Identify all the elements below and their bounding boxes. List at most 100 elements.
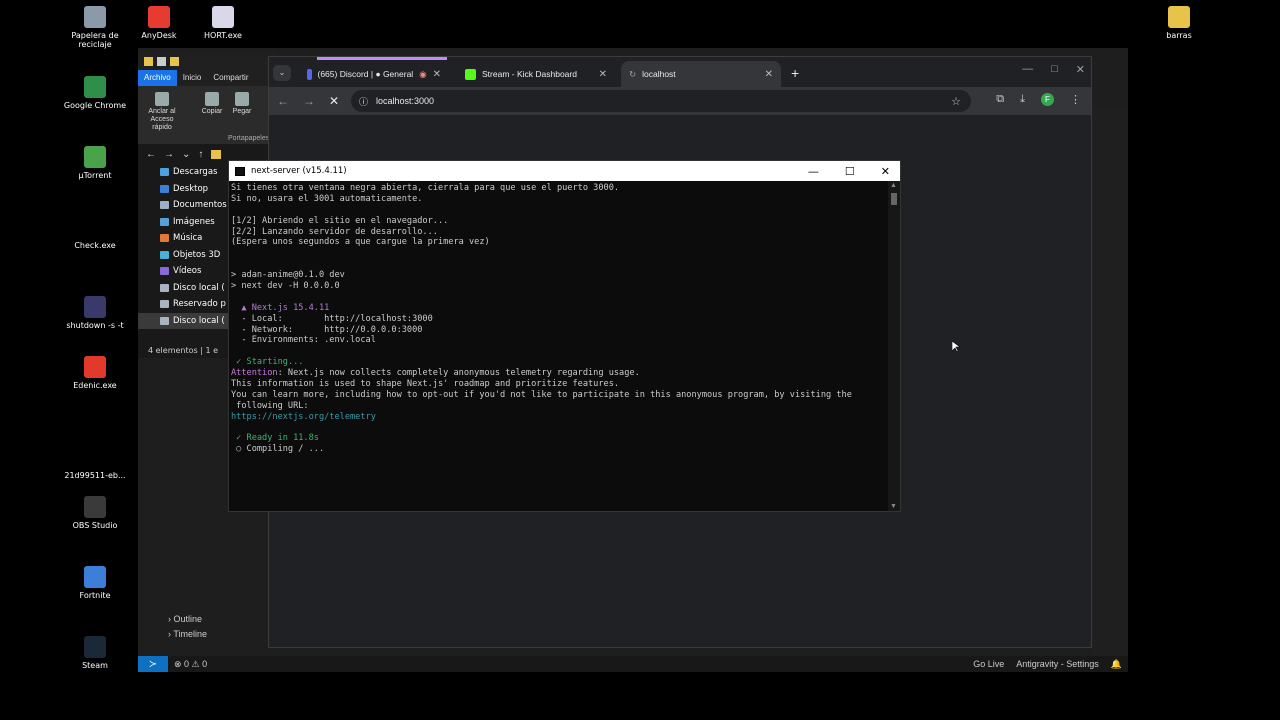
tab-inicio[interactable]: Inicio	[177, 70, 208, 86]
close-tab-icon[interactable]: ✕	[765, 69, 773, 80]
scroll-thumb[interactable]	[891, 193, 897, 205]
desktop-icon[interactable]: Fortnite	[58, 566, 132, 600]
pin-button[interactable]: Anclar al Acceso rápido	[144, 92, 180, 132]
desktop-icon[interactable]: shutdown -s -t	[58, 296, 132, 330]
site-info-icon[interactable]: ⓘ	[359, 95, 368, 108]
tab-strip: ⌄ (665) Discord | ● General ◉ ✕ Stream -…	[269, 57, 1091, 87]
folder-icon	[160, 201, 169, 210]
minimize-icon[interactable]: —	[808, 165, 819, 178]
minimize-icon[interactable]: —	[1022, 63, 1033, 76]
quick-access-toolbar	[138, 52, 278, 70]
nav-tree-label: Desktop	[173, 183, 209, 194]
address-bar[interactable]: ⓘ localhost:3000 ☆	[351, 90, 971, 112]
back-icon[interactable]: ←	[277, 94, 289, 108]
terminal-line: - Network: http://0.0.0.0:3000	[231, 325, 886, 336]
timeline-section[interactable]: › Timeline	[168, 627, 207, 642]
app-icon	[212, 6, 234, 28]
problems-count[interactable]: ⊗ 0 ⚠ 0	[174, 659, 207, 670]
terminal-line-text: ✓ Starting...	[231, 357, 304, 368]
terminal-line-text: [1/2] Abriendo el sitio en el navegador.…	[231, 215, 449, 226]
pin-icon	[155, 92, 169, 106]
nav-tree-label: Reservado p	[173, 299, 226, 310]
tab-compartir[interactable]: Compartir	[207, 70, 254, 86]
nav-tree-label: Imágenes	[173, 216, 215, 227]
outline-label: Outline	[173, 614, 203, 624]
tab-kick[interactable]: Stream - Kick Dashboard ✕	[457, 61, 615, 87]
desktop-icon[interactable]: barras	[1142, 6, 1216, 40]
terminal-line-text[interactable]: https://nextjs.org/telemetry	[231, 412, 376, 422]
back-icon[interactable]: ←	[146, 149, 156, 160]
paste-button[interactable]: Pegar	[230, 92, 254, 116]
scroll-down-icon[interactable]: ▼	[890, 503, 897, 510]
clipboard-group-label: Portapapeles	[228, 135, 270, 142]
extensions-icon[interactable]: ⧉	[996, 93, 1004, 106]
forward-icon[interactable]: →	[164, 149, 174, 160]
terminal-line-text: - Environments: .env.local	[231, 335, 376, 346]
nav-tree-label: Objetos 3D	[173, 249, 221, 260]
remote-icon[interactable]: ≻	[138, 656, 168, 672]
app-icon	[84, 296, 106, 318]
terminal-line: > adan-anime@0.1.0 dev	[231, 270, 886, 281]
up-icon[interactable]: ↑	[198, 149, 203, 160]
close-icon[interactable]: ✕	[1076, 63, 1085, 76]
desktop-icon[interactable]: Papelera de reciclaje	[58, 6, 132, 49]
desktop-icon[interactable]: 21d99511-eb...	[58, 446, 132, 480]
bookmark-star-icon[interactable]: ☆	[951, 95, 961, 108]
terminal-titlebar: next-server (v15.4.11) — ☐ ✕	[229, 161, 900, 181]
nav-tree-label: Música	[173, 233, 203, 244]
close-tab-icon[interactable]: ✕	[599, 69, 607, 80]
terminal-line-text: ▲ Next.js 15.4.11	[231, 302, 330, 313]
copy-button[interactable]: Copiar	[200, 92, 224, 116]
terminal-line-text: > next dev -H 0.0.0.0	[231, 281, 340, 292]
new-tab-button[interactable]: +	[791, 65, 799, 81]
terminal-line: [2/2] Lanzando servidor de desarrollo...	[231, 227, 886, 238]
outline-section[interactable]: › Outline	[168, 612, 207, 627]
stop-icon[interactable]: ✕	[329, 94, 339, 108]
terminal-scrollbar[interactable]: ▲ ▼	[888, 181, 900, 511]
close-icon[interactable]: ✕	[881, 165, 890, 178]
close-tab-icon[interactable]: ✕	[433, 69, 441, 80]
desktop-icon-label: Papelera de reciclaje	[71, 31, 119, 49]
terminal-line-text: - Local: http://localhost:3000	[231, 313, 433, 324]
forward-icon[interactable]: →	[303, 94, 315, 108]
desktop-icon[interactable]: AnyDesk	[122, 6, 196, 40]
tab-search-icon[interactable]: ⌄	[273, 65, 291, 81]
terminal-line-prefix: Attention	[231, 368, 278, 379]
desktop-icon[interactable]: µTorrent	[58, 146, 132, 180]
maximize-icon[interactable]: □	[1051, 63, 1058, 76]
download-icon[interactable]: ⤓	[1020, 93, 1025, 106]
desktop-icon[interactable]: Edenic.exe	[58, 356, 132, 390]
recent-icon[interactable]: ⌄	[182, 149, 190, 160]
desktop-icon[interactable]: Google Chrome	[58, 76, 132, 110]
tab-title: (665) Discord | ● General	[317, 69, 414, 79]
loading-spinner-icon: ↻	[629, 68, 637, 79]
explorer-status: 4 elementos | 1 e	[148, 346, 219, 355]
bell-icon[interactable]: 🔔	[1111, 659, 1122, 670]
profile-avatar[interactable]: F	[1041, 93, 1054, 106]
desktop-icon[interactable]: OBS Studio	[58, 496, 132, 530]
desktop-icon[interactable]: Steam	[58, 636, 132, 670]
desktop-icon[interactable]: Check.exe	[58, 216, 132, 250]
tab-title: Stream - Kick Dashboard	[482, 69, 577, 79]
desktop-icon[interactable]: HORT.exe	[186, 6, 260, 40]
maximize-icon[interactable]: ☐	[845, 165, 855, 178]
desktop-icon-label: HORT.exe	[204, 31, 242, 40]
discord-icon	[307, 68, 312, 80]
settings-status[interactable]: Antigravity - Settings	[1016, 659, 1099, 669]
scroll-up-icon[interactable]: ▲	[890, 182, 897, 189]
tab-discord[interactable]: (665) Discord | ● General ◉ ✕	[299, 57, 449, 87]
tab-archivo[interactable]: Archivo	[138, 70, 177, 86]
check-icon[interactable]	[157, 56, 166, 66]
desktop-icon-label: Fortnite	[79, 591, 111, 600]
folder-icon	[160, 300, 169, 309]
go-live-button[interactable]: Go Live	[973, 659, 1004, 669]
tab-localhost[interactable]: ↻ localhost ✕	[621, 61, 781, 87]
terminal-line: (Espera unos segundos a que cargue la pr…	[231, 237, 886, 248]
tab-group-accent	[317, 57, 447, 60]
menu-icon[interactable]: ⋮	[1070, 93, 1081, 106]
nav-tree-label: Descargas	[173, 167, 218, 178]
vscode-statusbar: ≻ ⊗ 0 ⚠ 0 Go Live Antigravity - Settings…	[138, 656, 1128, 672]
